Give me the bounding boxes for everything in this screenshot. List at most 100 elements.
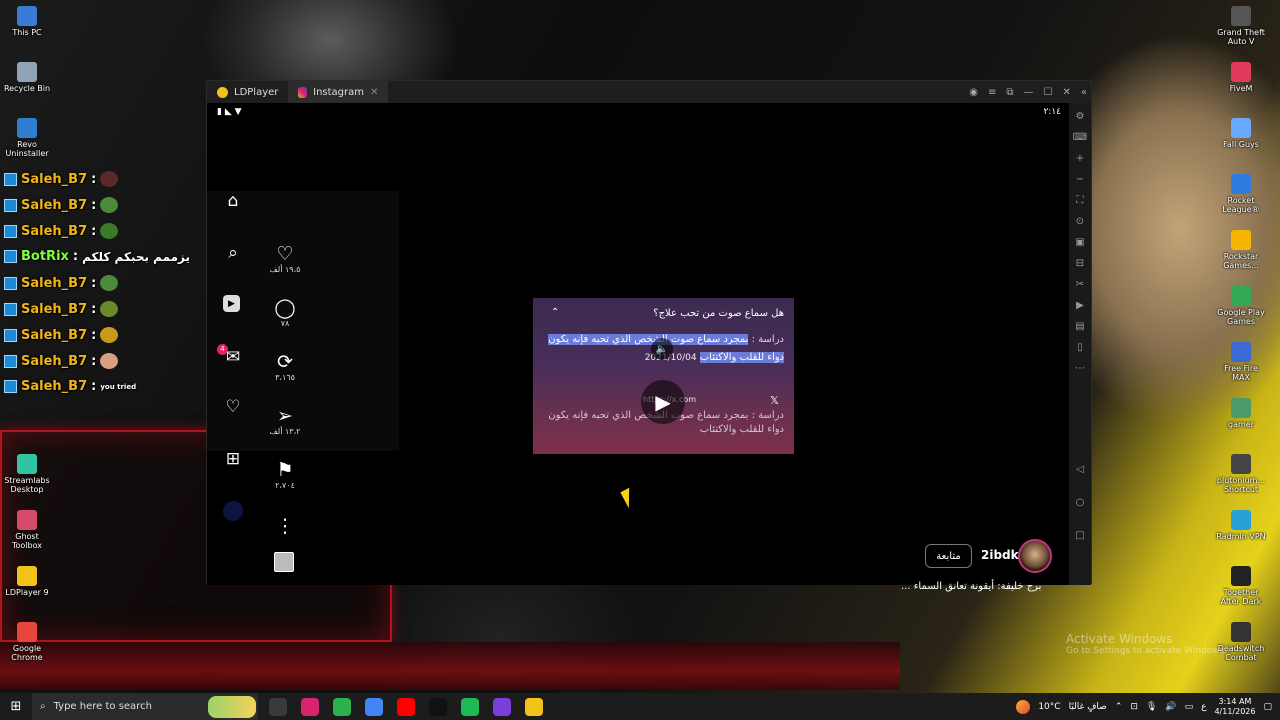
desktop-icon-label: Google Play Games xyxy=(1217,308,1265,326)
app-icon xyxy=(1231,342,1251,362)
window-controls: ◉ ≡ ⧉ — ☐ ✕ « xyxy=(969,81,1087,103)
taskbar-app-icon[interactable] xyxy=(333,697,351,716)
platform-icon xyxy=(4,198,17,212)
desktop-icon[interactable]: Recycle Bin xyxy=(0,62,54,93)
network-icon[interactable]: ⊡ xyxy=(1130,702,1138,712)
close-window-icon[interactable]: ✕ xyxy=(1062,87,1070,98)
desktop-icon[interactable]: FiveM xyxy=(1214,62,1268,93)
desktop-icon[interactable]: plutonium... Shortcut xyxy=(1214,454,1268,494)
reel-video-card[interactable]: ⌃ هل سماع صوت من تحب علاج؟ دراسة : بمجرد… xyxy=(533,298,794,454)
desktop-icon-label: gamer xyxy=(1228,420,1254,429)
settings-icon[interactable]: ⚙ xyxy=(1076,111,1085,122)
tray-chevron-icon[interactable]: ⌃ xyxy=(1115,702,1123,712)
minimize-icon[interactable]: — xyxy=(1024,87,1034,98)
desktop-icon[interactable]: Google Play Games xyxy=(1214,286,1268,326)
desktop-icon[interactable]: Ghost Toolbox xyxy=(0,510,54,550)
audio-thumbnail[interactable] xyxy=(274,552,294,572)
desktop-icon[interactable]: Google Chrome xyxy=(0,622,54,662)
repost-action[interactable]: ⟳ ٣،١٦٥ xyxy=(269,351,301,382)
taskbar-app-icon[interactable] xyxy=(397,697,415,716)
desktop-icon[interactable]: This PC xyxy=(0,6,54,37)
video-icon[interactable]: ▶ xyxy=(1076,300,1084,311)
desktop-icon-label: LDPlayer 9 xyxy=(5,588,49,597)
taskbar-app-icon[interactable] xyxy=(461,697,479,716)
back-icon[interactable]: ◁ xyxy=(1076,464,1084,475)
desktop-icon[interactable]: Free Fire MAX xyxy=(1214,342,1268,382)
comment-count: ٧٨ xyxy=(280,319,290,328)
chevron-up-icon[interactable]: ⌃ xyxy=(551,307,559,318)
microphone-icon[interactable]: 🎙 xyxy=(1146,702,1157,712)
menu-icon[interactable]: ≡ xyxy=(988,87,996,98)
taskbar-app-icon[interactable] xyxy=(365,697,383,716)
comment-action[interactable]: ◯ ٧٨ xyxy=(269,297,301,328)
status-icons: ▮ ◣ ▼ xyxy=(217,107,242,117)
post-author-avatar[interactable] xyxy=(1018,539,1052,573)
install-apk-icon[interactable]: ⊟ xyxy=(1076,258,1084,269)
create-post-icon[interactable]: ⊞ xyxy=(223,449,243,469)
like-action[interactable]: ♡ ١٩،٥ ألف xyxy=(269,243,301,274)
desktop-icon[interactable]: gamer xyxy=(1214,398,1268,429)
desktop-icon[interactable]: LDPlayer 9 xyxy=(0,566,54,597)
taskbar-app-icon[interactable] xyxy=(493,697,511,716)
desktop-icon-label: Radmin VPN xyxy=(1216,532,1266,541)
app-icon xyxy=(17,62,37,82)
shake-icon[interactable]: ▯ xyxy=(1077,342,1083,353)
save-count: ٢،٧٠٤ xyxy=(275,481,295,490)
start-button[interactable]: ⊞ xyxy=(0,693,32,720)
desktop-icon[interactable]: Grand Theft Auto V xyxy=(1214,6,1268,46)
reels-icon[interactable]: ▶ xyxy=(223,295,240,312)
taskbar-app-icon[interactable] xyxy=(301,697,319,716)
keyboard-icon[interactable]: ⌨ xyxy=(1073,132,1087,143)
volume-icon[interactable]: 🔈 xyxy=(651,338,673,360)
fullscreen-icon[interactable]: ⛶ xyxy=(1077,195,1084,206)
follow-button[interactable]: متابعة xyxy=(925,544,972,568)
home-icon[interactable]: ⌂ xyxy=(223,191,243,211)
notifications-heart-icon[interactable]: ♡ xyxy=(223,397,243,417)
taskbar-app-icon[interactable] xyxy=(525,697,543,716)
taskbar-app-icon[interactable] xyxy=(269,697,287,716)
play-button[interactable]: ▶ xyxy=(641,380,685,424)
clock[interactable]: 3:14 AM 4/11/2026 xyxy=(1214,697,1255,717)
desktop-icon[interactable]: Together After Dark xyxy=(1214,566,1268,606)
home-circle-icon[interactable]: ○ xyxy=(1076,497,1085,508)
record-icon[interactable]: ▣ xyxy=(1075,237,1084,248)
profile-avatar-icon[interactable] xyxy=(223,501,243,521)
volume-down-icon[interactable]: − xyxy=(1076,174,1084,185)
post-username[interactable]: 2ibdk xyxy=(981,548,1019,562)
chat-message: Saleh_B7: xyxy=(4,223,122,239)
desktop-icon[interactable]: Streamlabs Desktop xyxy=(0,454,54,494)
recents-icon[interactable]: □ xyxy=(1075,530,1084,541)
desktop-icon[interactable]: Rocket League® xyxy=(1214,174,1268,214)
account-icon[interactable]: ◉ xyxy=(969,87,978,98)
more-options-icon[interactable]: ⋮ xyxy=(269,515,301,537)
tab-instagram[interactable]: Instagram ✕ xyxy=(288,81,389,103)
chat-message: Saleh_B7: xyxy=(4,275,122,291)
share-action[interactable]: ➢ ١٣،٢ ألف xyxy=(269,405,301,436)
maximize-icon[interactable]: ☐ xyxy=(1044,87,1053,98)
desktop-icon[interactable]: Revo Uninstaller xyxy=(0,118,54,158)
screenshot-icon[interactable]: ▤ xyxy=(1075,321,1084,332)
tab-ldplayer[interactable]: LDPlayer xyxy=(207,81,288,103)
restore-icon[interactable]: ⧉ xyxy=(1006,87,1013,98)
desktop-icon[interactable]: Radmin VPN xyxy=(1214,510,1268,541)
language-indicator[interactable]: ع xyxy=(1201,702,1206,712)
more-tools-icon[interactable]: ⋯ xyxy=(1075,363,1085,374)
chat-message: Saleh_B7: xyxy=(4,327,122,343)
search-icon[interactable]: ⌕ xyxy=(223,243,243,263)
emulator-screen[interactable]: ▮ ◣ ▼ ٢:١٤ ⌂ ⌕ ▶ ✉ 4 ♡ ⊞ ♡ ١٩،٥ ألف ◯ ٧٨ ⟳… xyxy=(207,103,1071,592)
taskbar-app-icon[interactable] xyxy=(429,697,447,716)
cut-icon[interactable]: ✂ xyxy=(1076,279,1084,290)
save-action[interactable]: ⚑ ٢،٧٠٤ xyxy=(269,459,301,490)
speaker-icon[interactable]: 🔊 xyxy=(1165,702,1176,712)
weather-icon[interactable] xyxy=(1016,699,1031,714)
location-icon[interactable]: ⊙ xyxy=(1076,216,1084,227)
desktop-icon[interactable]: Fall Guys xyxy=(1214,118,1268,149)
desktop-icon-label: Together After Dark xyxy=(1220,588,1262,606)
desktop-icon[interactable]: Rockstar Games... xyxy=(1214,230,1268,270)
battery-icon[interactable]: ▭ xyxy=(1185,702,1194,712)
close-tab-icon[interactable]: ✕ xyxy=(370,87,378,98)
post-caption[interactable]: برج خليفة: أيقونة تعانق السماء ... xyxy=(901,581,1041,592)
collapse-sidebar-icon[interactable]: « xyxy=(1081,87,1087,98)
volume-up-icon[interactable]: + xyxy=(1076,153,1084,164)
notification-icon[interactable]: ▢ xyxy=(1263,702,1272,712)
